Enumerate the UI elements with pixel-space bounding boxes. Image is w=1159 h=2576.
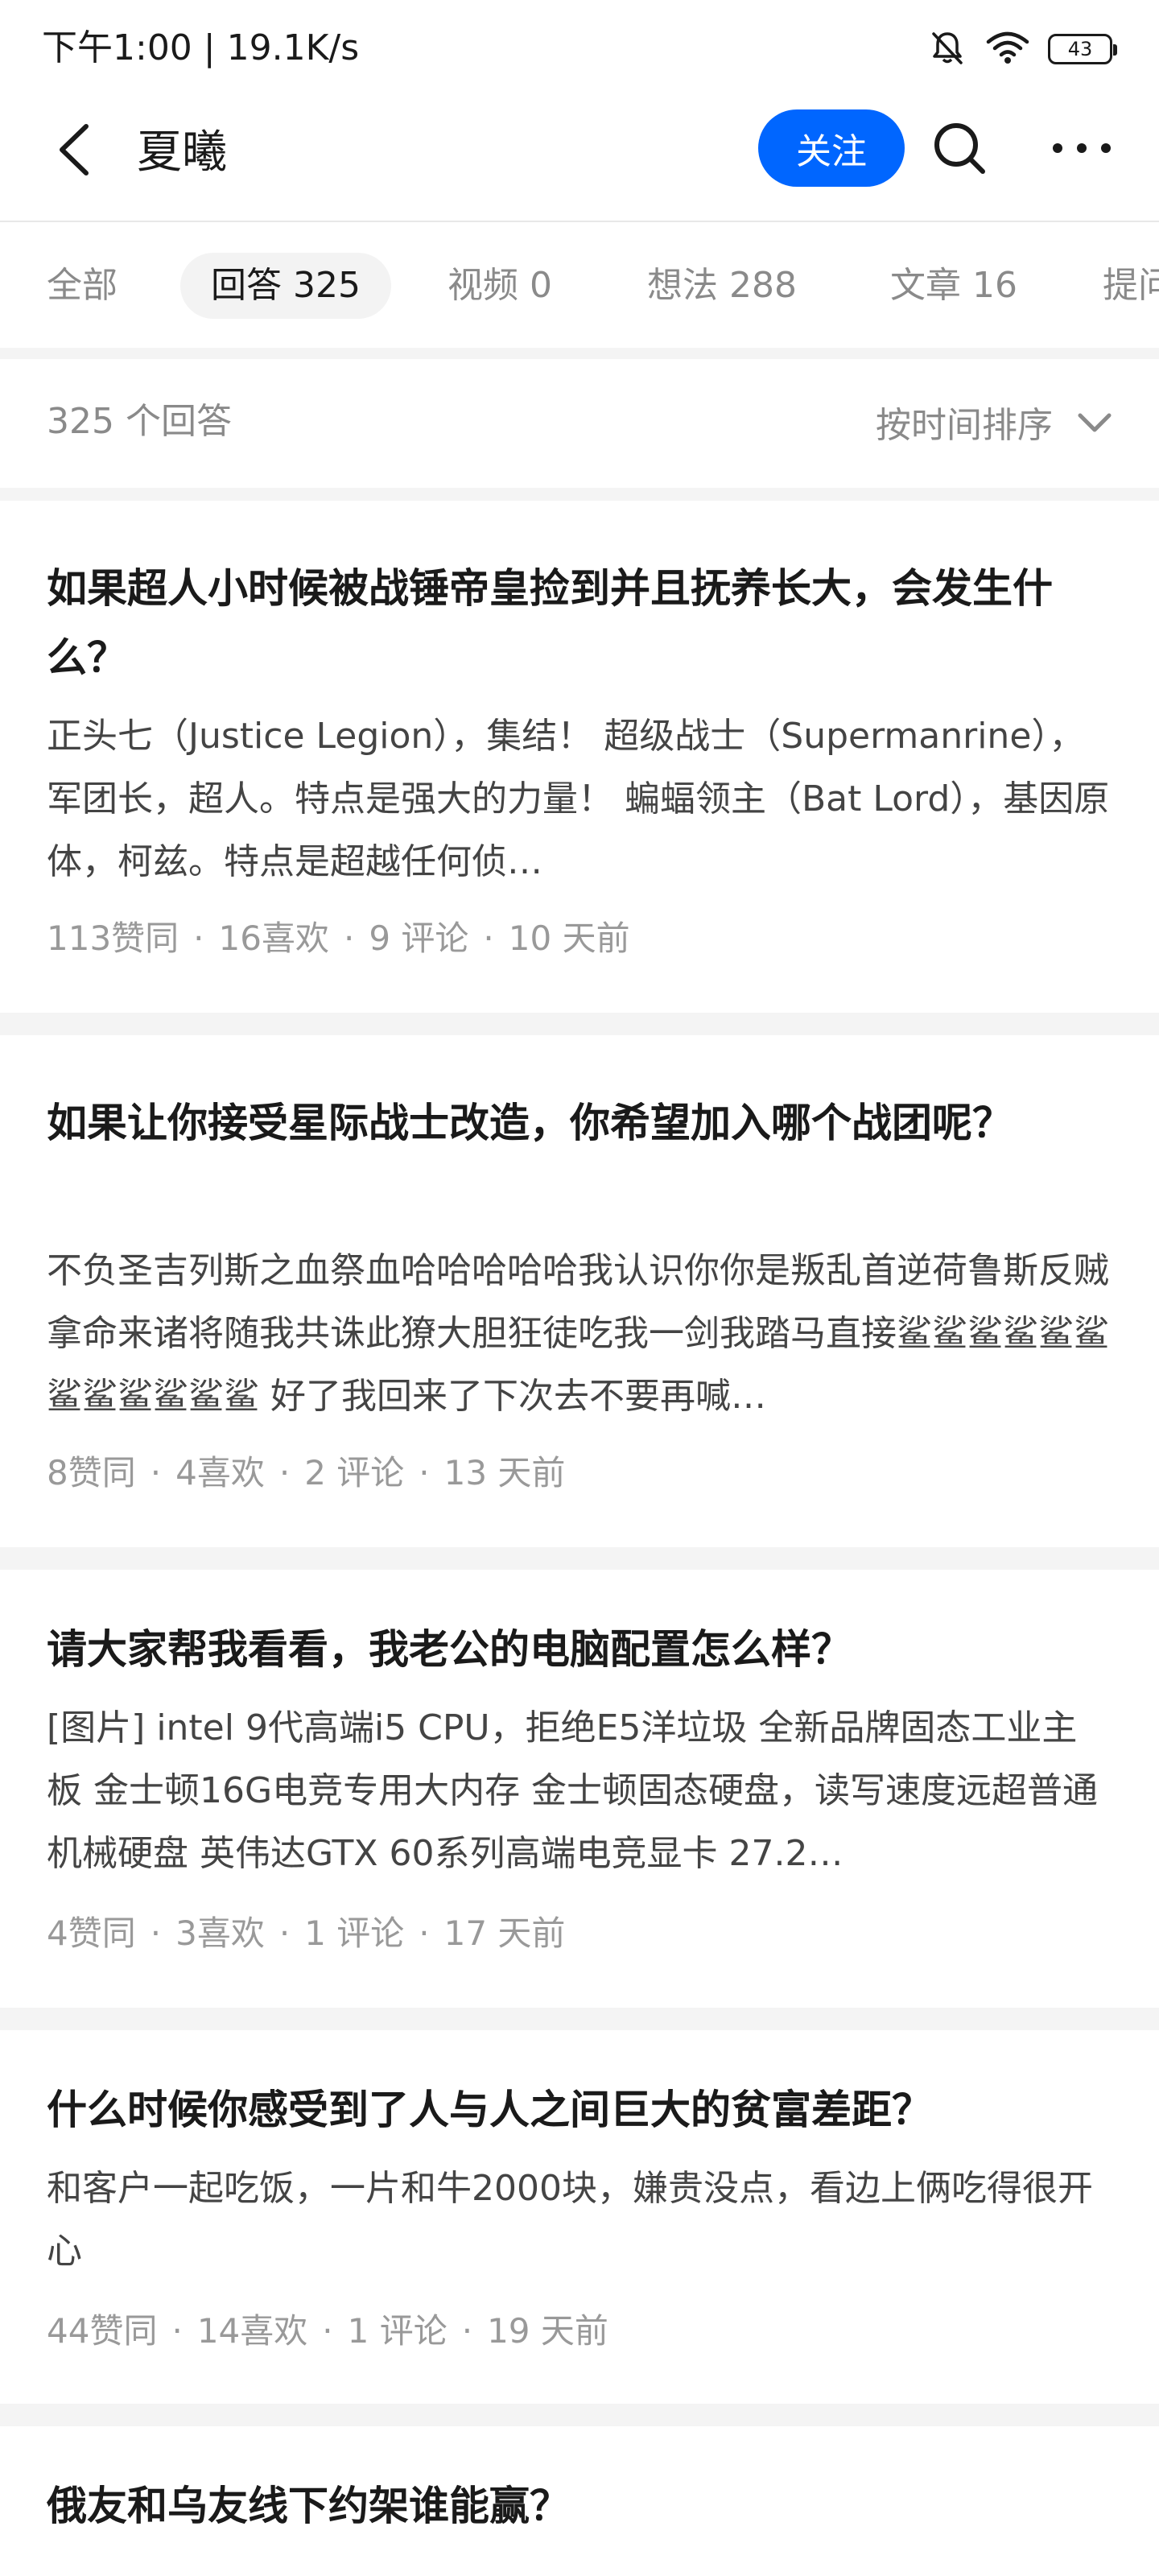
- separator-dot: ·: [150, 1913, 162, 1953]
- profile-header: 夏曦 关注: [0, 97, 1159, 222]
- comment-count: 2 评论: [304, 1453, 405, 1492]
- back-button[interactable]: [42, 119, 106, 184]
- sort-label: 按时间排序: [876, 405, 1053, 446]
- profile-name: 夏曦: [137, 126, 227, 179]
- sort-dropdown[interactable]: 按时间排序: [876, 396, 1112, 448]
- bell-off-icon: [927, 27, 967, 71]
- answer-question-title[interactable]: 什么时候你感受到了人与人之间巨大的贫富差距？: [47, 2075, 1112, 2145]
- back-arrow-icon: [56, 122, 93, 181]
- upvote-count: 4赞同: [47, 1913, 136, 1953]
- separator-dot: ·: [419, 1913, 430, 1953]
- like-count: 14喜欢: [196, 2311, 308, 2351]
- comment-count: 1 评论: [304, 1913, 405, 1953]
- tab-thoughts[interactable]: 想法 288: [647, 253, 797, 319]
- tab-all[interactable]: 全部: [47, 253, 118, 319]
- answer-card[interactable]: 俄友和乌友线下约架谁能赢？: [0, 2426, 1159, 2576]
- status-bar: 下午1:00 | 19.1K/s 43: [0, 0, 1159, 97]
- chevron-down-icon: [1077, 402, 1112, 443]
- separator-dot: ·: [322, 2311, 333, 2351]
- answer-card[interactable]: 如果让你接受星际战士改造，你希望加入哪个战团呢？ 不负圣吉列斯之血祭血哈哈哈哈哈…: [0, 1035, 1159, 1547]
- answer-meta: 8赞同 · 4喜欢 · 2 评论 · 13 天前: [47, 1449, 565, 1497]
- battery-icon: 43: [1048, 34, 1117, 64]
- status-icons: 43: [927, 27, 1117, 71]
- answer-question-title[interactable]: 如果超人小时候被战锤帝皇捡到并且抚养长大，会发生什么？: [47, 554, 1112, 692]
- search-button[interactable]: [926, 116, 993, 184]
- answer-question-title[interactable]: 请大家帮我看看，我老公的电脑配置怎么样？: [47, 1615, 1112, 1684]
- separator-dot: ·: [278, 1913, 291, 1953]
- answer-excerpt[interactable]: 正头七（Justice Legion），集结！ 超级战士（Supermanrin…: [47, 705, 1112, 894]
- answer-excerpt[interactable]: 不负圣吉列斯之血祭血哈哈哈哈哈我认识你你是叛乱首逆荷鲁斯反贼拿命来诸将随我共诛此…: [47, 1240, 1112, 1428]
- separator-dot: ·: [343, 919, 355, 958]
- battery-level: 43: [1067, 38, 1093, 60]
- answer-excerpt[interactable]: [图片] intel 9代高端i5 CPU，拒绝E5洋垃圾 全新品牌固态工业主板…: [47, 1697, 1112, 1885]
- card-divider: [0, 1547, 1159, 1570]
- post-time: 17 天前: [443, 1913, 566, 1953]
- section-divider: [0, 488, 1159, 501]
- like-count: 4喜欢: [175, 1453, 265, 1492]
- wifi-icon: [985, 29, 1030, 69]
- post-time: 13 天前: [443, 1453, 566, 1492]
- upvote-count: 113赞同: [47, 919, 179, 958]
- comment-count: 9 评论: [369, 919, 469, 958]
- status-time: 下午1:00 | 19.1K/s: [42, 27, 360, 68]
- card-divider: [0, 2008, 1159, 2030]
- separator-dot: ·: [193, 919, 204, 958]
- answer-question-title[interactable]: 如果让你接受星际战士改造，你希望加入哪个战团呢？: [47, 1088, 1112, 1158]
- separator-dot: ·: [171, 2311, 183, 2351]
- card-divider: [0, 2404, 1159, 2426]
- upvote-count: 8赞同: [47, 1453, 136, 1492]
- upvote-count: 44赞同: [47, 2311, 158, 2351]
- answer-count: 325 个回答: [47, 401, 232, 442]
- like-count: 3喜欢: [175, 1913, 265, 1953]
- card-divider: [0, 1013, 1159, 1035]
- tab-answers[interactable]: 回答 325: [180, 253, 391, 319]
- section-divider: [0, 348, 1159, 359]
- answer-card[interactable]: 请大家帮我看看，我老公的电脑配置怎么样？ [图片] intel 9代高端i5 C…: [0, 1570, 1159, 2008]
- post-time: 10 天前: [508, 919, 630, 958]
- follow-button[interactable]: 关注: [758, 109, 905, 187]
- answer-card[interactable]: 什么时候你感受到了人与人之间巨大的贫富差距？ 和客户一起吃饭，一片和牛2000块…: [0, 2030, 1159, 2404]
- separator-dot: ·: [278, 1453, 291, 1492]
- list-header: 325 个回答 按时间排序: [0, 359, 1159, 488]
- post-time: 19 天前: [487, 2311, 608, 2351]
- content-tabs: 全部 回答 325 视频 0 想法 288 文章 16 提问: [0, 222, 1159, 348]
- like-count: 16喜欢: [218, 919, 329, 958]
- tab-questions[interactable]: 提问: [1103, 253, 1159, 319]
- answer-question-title[interactable]: 俄友和乌友线下约架谁能赢？: [47, 2471, 1112, 2541]
- answer-meta: 113赞同 · 16喜欢 · 9 评论 · 10 天前: [47, 914, 630, 963]
- search-icon: [931, 120, 988, 180]
- more-button[interactable]: [1043, 116, 1120, 184]
- separator-dot: ·: [150, 1453, 162, 1492]
- answer-excerpt[interactable]: 和客户一起吃饭，一片和牛2000块，嫌贵没点，看边上俩吃得很开心: [47, 2157, 1112, 2283]
- tab-videos[interactable]: 视频 0: [448, 253, 552, 319]
- separator-dot: ·: [419, 1453, 430, 1492]
- tab-articles[interactable]: 文章 16: [890, 253, 1017, 319]
- comment-count: 1 评论: [347, 2311, 448, 2351]
- more-icon: [1051, 142, 1112, 158]
- answer-card[interactable]: 如果超人小时候被战锤帝皇捡到并且抚养长大，会发生什么？ 正头七（Justice …: [0, 501, 1159, 1013]
- answer-meta: 44赞同 · 14喜欢 · 1 评论 · 19 天前: [47, 2307, 608, 2355]
- separator-dot: ·: [483, 919, 494, 958]
- separator-dot: ·: [461, 2311, 473, 2351]
- answer-meta: 4赞同 · 3喜欢 · 1 评论 · 17 天前: [47, 1909, 565, 1958]
